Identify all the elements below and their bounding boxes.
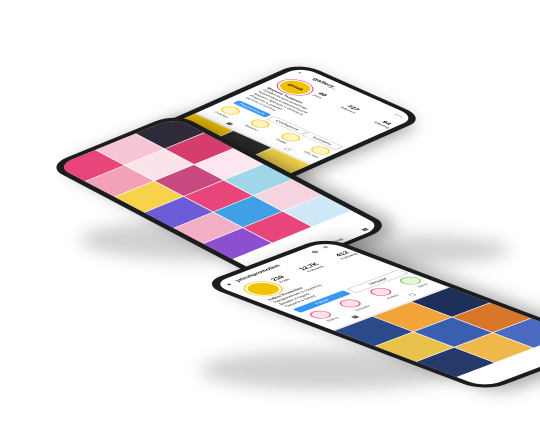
avatar-logo: gmak — [285, 83, 305, 92]
stat-posts: 40 posts — [311, 91, 328, 100]
more-icon[interactable]: ⋯ — [392, 113, 406, 119]
add-icon[interactable]: ⊕ — [309, 250, 322, 255]
stats-row: 40 posts 727 followers 94 following — [311, 91, 396, 129]
lock-icon: 🔒︎ — [224, 282, 234, 287]
menu-icon[interactable]: ≡ — [321, 245, 331, 249]
stats-row: 219 Posts 12,7K Followers 412 Following — [270, 250, 359, 284]
stat-following: 94 following — [373, 120, 393, 129]
back-icon[interactable]: ‹ — [296, 71, 305, 75]
stat-followers: 727 followers — [339, 104, 361, 115]
stat-followers: 12,7K Followers — [297, 262, 326, 273]
grid-icon[interactable]: ▦ — [360, 227, 370, 231]
profile-username: gallery_ — [310, 77, 340, 91]
stat-following: 412 Following — [334, 250, 359, 260]
